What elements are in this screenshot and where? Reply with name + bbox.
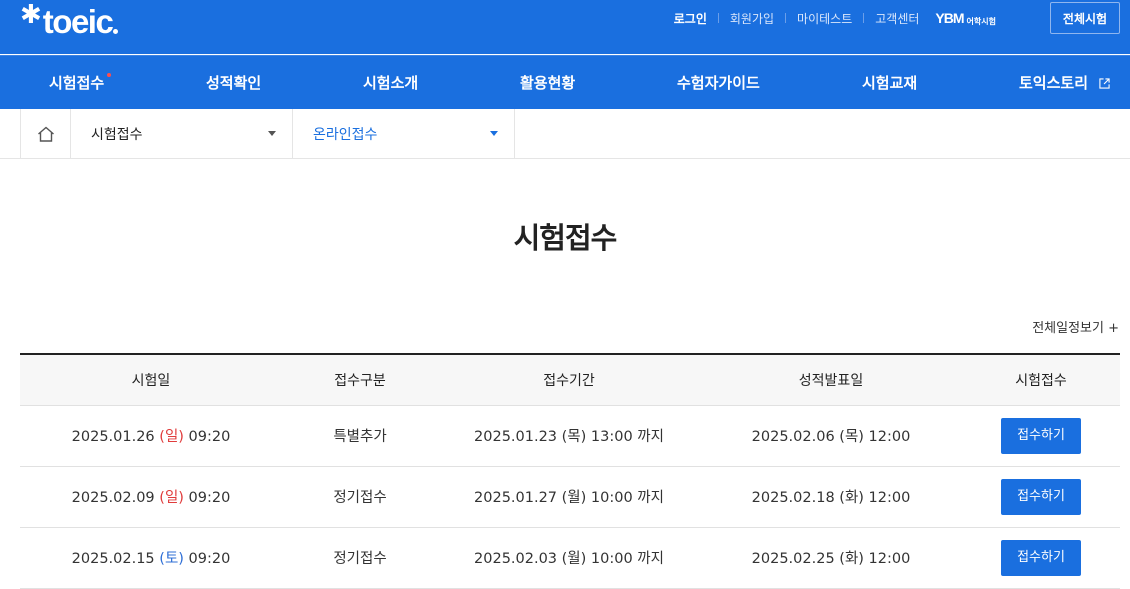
breadcrumb-select-level2[interactable]: 온라인접수: [293, 109, 515, 159]
top-bar: ✱ toeic 로그인 회원가입 마이테스트 고객센터 YBM ​ 어학시험 전…: [0, 0, 1130, 54]
result-date-cell: 2025.02.25 (화) 12:00: [700, 527, 962, 589]
logo-text: toeic: [42, 3, 114, 40]
header-result-date: 성적발표일: [700, 354, 962, 406]
nav-item-books[interactable]: 시험교재: [862, 56, 917, 110]
table-row: 2025.02.15 (토) 09:20 정기접수 2025.02.03 (월)…: [20, 527, 1120, 589]
apply-button[interactable]: 접수하기: [1001, 539, 1081, 576]
external-link-icon: [1099, 78, 1110, 89]
toeic-logo[interactable]: ✱ toeic: [20, 0, 119, 40]
exam-date-cell: 2025.02.15 (토) 09:20: [20, 527, 282, 589]
dropdown-arrow-icon: [268, 131, 276, 136]
nav-label: 수험자가이드: [677, 74, 760, 92]
table-header-row: 시험일 접수구분 접수기간 성적발표일 시험접수: [20, 354, 1120, 406]
home-icon: [37, 126, 54, 142]
exam-date-cell: 2025.02.09 (일) 09:20: [20, 466, 282, 528]
result-date-cell: 2025.02.18 (화) 12:00: [700, 466, 962, 528]
new-dot-icon: [107, 73, 112, 77]
breadcrumb: 시험접수 온라인접수: [0, 109, 1130, 159]
apply-button[interactable]: 접수하기: [1001, 417, 1081, 454]
ybm-sub: 어학시험: [966, 17, 996, 26]
nav-label: 시험교재: [862, 74, 918, 92]
exam-schedule-table: 시험일 접수구분 접수기간 성적발표일 시험접수 2025.01.26 (일) …: [20, 353, 1120, 589]
nav-label: 시험접수: [49, 74, 105, 92]
table-row: 2025.02.09 (일) 09:20 정기접수 2025.01.27 (월)…: [20, 466, 1120, 528]
asterisk-icon: ✱: [20, 0, 42, 30]
mytest-link[interactable]: 마이테스트: [797, 10, 852, 27]
nav-item-usage[interactable]: 활용현황: [520, 56, 575, 110]
nav-item-about[interactable]: 시험소개: [363, 56, 418, 110]
header-apply: 시험접수: [962, 354, 1120, 406]
exam-date-cell: 2025.01.26 (일) 09:20: [20, 405, 282, 467]
breadcrumb-level1-label: 시험접수: [91, 127, 143, 143]
breadcrumb-select-level1[interactable]: 시험접수: [71, 109, 293, 159]
home-button[interactable]: [20, 109, 71, 159]
registration-type-cell: 정기접수: [282, 527, 438, 589]
breadcrumb-level2-label: 온라인접수: [313, 127, 378, 143]
view-all-schedule-link[interactable]: 전체일정보기 +: [1032, 317, 1119, 336]
all-exams-button[interactable]: 전체시험: [1050, 2, 1120, 34]
registration-period-cell: 2025.02.03 (월) 10:00 까지: [438, 527, 700, 589]
apply-button[interactable]: 접수하기: [1001, 478, 1081, 515]
registration-period-cell: 2025.01.27 (월) 10:00 까지: [438, 466, 700, 528]
signup-link[interactable]: 회원가입: [730, 10, 774, 27]
registration-period-cell: 2025.01.23 (목) 13:00 까지: [438, 405, 700, 467]
nav-item-registration[interactable]: 시험접수: [49, 56, 112, 110]
ybm-mark: YBM: [935, 10, 964, 26]
apply-cell: 접수하기: [962, 405, 1120, 467]
utility-nav: 로그인 회원가입 마이테스트 고객센터 YBM ​ 어학시험: [674, 9, 996, 27]
apply-cell: 접수하기: [962, 527, 1120, 589]
divider: [863, 13, 865, 23]
nav-item-guide[interactable]: 수험자가이드: [677, 56, 760, 110]
divider: [717, 13, 719, 23]
main-nav: 시험접수 성적확인 시험소개 활용현황 수험자가이드 시험교재 토익스토리: [0, 55, 1130, 109]
support-link[interactable]: 고객센터: [875, 10, 919, 27]
login-link[interactable]: 로그인: [674, 10, 707, 27]
registration-type-cell: 정기접수: [282, 466, 438, 528]
nav-label: 시험소개: [363, 74, 419, 92]
weekday-sunday: (일): [159, 429, 184, 445]
divider: [785, 13, 787, 23]
page-title: 시험접수: [513, 221, 618, 255]
header-registration-period: 접수기간: [438, 354, 700, 406]
logo-dot: [113, 29, 119, 34]
ybm-logo[interactable]: YBM ​ 어학시험: [935, 10, 996, 26]
nav-label: 성적확인: [206, 74, 262, 92]
nav-label: 활용현황: [520, 74, 576, 92]
nav-item-score[interactable]: 성적확인: [206, 56, 261, 110]
result-date-cell: 2025.02.06 (목) 12:00: [700, 405, 962, 467]
header-exam-date: 시험일: [20, 354, 282, 406]
apply-cell: 접수하기: [962, 466, 1120, 528]
weekday-sunday: (일): [159, 490, 184, 506]
nav-label: 토익스토리: [1019, 74, 1089, 92]
registration-type-cell: 특별추가: [282, 405, 438, 467]
table-row: 2025.01.26 (일) 09:20 특별추가 2025.01.23 (목)…: [20, 405, 1120, 467]
header-registration-type: 접수구분: [282, 354, 438, 406]
dropdown-arrow-icon: [490, 131, 498, 136]
weekday-saturday: (토): [159, 551, 184, 567]
nav-item-story[interactable]: 토익스토리: [1019, 56, 1110, 110]
